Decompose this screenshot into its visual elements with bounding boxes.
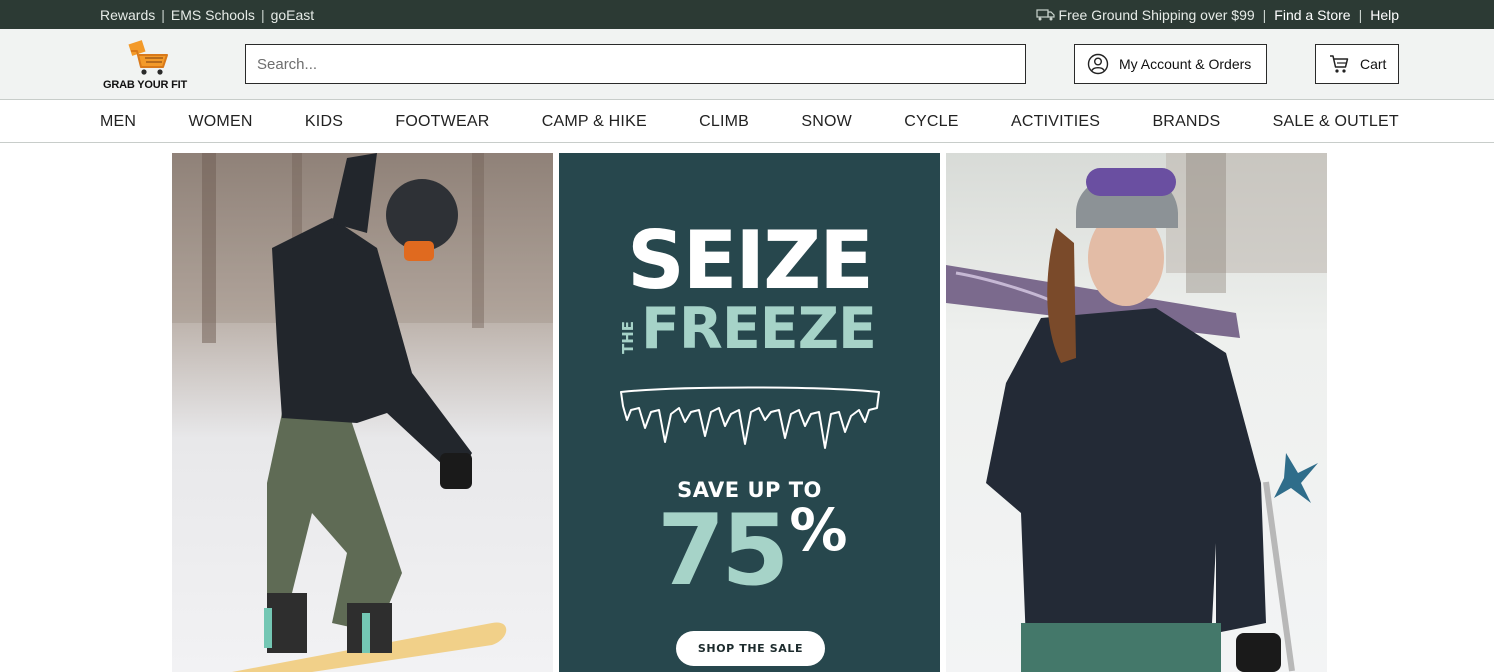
logo-text: GRAB YOUR FIT [103,79,187,91]
help-link[interactable]: Help [1370,7,1399,23]
ems-schools-link[interactable]: EMS Schools [171,7,255,23]
snowboarder-image[interactable] [172,153,553,672]
utility-links-left: Rewards | EMS Schools | goEast [100,7,314,23]
utility-links-right: Free Ground Shipping over $99 | Find a S… [1035,7,1399,23]
nav-item-women[interactable]: WOMEN [188,113,252,131]
main-nav: MEN WOMEN KIDS FOOTWEAR CAMP & HIKE CLIM… [0,100,1494,143]
goeast-link[interactable]: goEast [271,7,315,23]
shipping-text: Free Ground Shipping over $99 [1058,7,1255,23]
nav-item-men[interactable]: MEN [100,113,136,131]
skier-illustration [946,153,1327,672]
utility-bar: Rewards | EMS Schools | goEast Free Grou… [0,0,1494,29]
cart-label: Cart [1360,56,1387,72]
site-logo[interactable]: GRAB YOUR FIT [103,39,198,94]
nav-item-brands[interactable]: BRANDS [1152,113,1220,131]
cart-icon [1330,55,1349,73]
separator: | [260,7,265,23]
skier-image[interactable] [946,153,1327,672]
nav-item-climb[interactable]: CLIMB [699,113,749,131]
shipping-promo: Free Ground Shipping over $99 [1035,7,1255,23]
hero-banner[interactable]: SEIZE THE FREEZE SAVE UP TO 75% SHOP THE… [172,153,1327,672]
headline-seize: SEIZE [627,214,874,307]
discount-percent: 75% [657,501,848,600]
find-store-link[interactable]: Find a Store [1274,7,1350,23]
user-circle-icon [1087,53,1109,75]
nav-item-sale-outlet[interactable]: SALE & OUTLET [1273,113,1399,131]
snowboarder-illustration [172,153,553,672]
shopping-cart-icon [128,40,168,75]
nav-item-camp-hike[interactable]: CAMP & HIKE [542,113,647,131]
site-header: GRAB YOUR FIT My Account & Orders Cart [0,29,1494,100]
account-label: My Account & Orders [1119,56,1252,72]
nav-item-cycle[interactable]: CYCLE [904,113,958,131]
nav-item-activities[interactable]: ACTIVITIES [1011,113,1100,131]
account-orders-button[interactable]: My Account & Orders [1074,44,1267,84]
separator: | [161,7,165,23]
headline-the: THE [619,320,637,354]
promo-panel: SEIZE THE FREEZE SAVE UP TO 75% SHOP THE… [559,153,940,672]
rewards-link[interactable]: Rewards [100,7,155,23]
icicle-graphic [620,386,880,449]
nav-item-kids[interactable]: KIDS [305,113,343,131]
headline-freeze: FREEZE [641,296,877,362]
cart-button[interactable]: Cart [1315,44,1399,84]
discount-value: 75 [657,494,789,608]
truck-icon [1035,9,1055,21]
percent-sign: % [789,496,848,564]
nav-item-footwear[interactable]: FOOTWEAR [395,113,489,131]
shop-the-sale-button[interactable]: SHOP THE SALE [676,631,825,666]
separator: | [1262,7,1267,23]
nav-item-snow[interactable]: SNOW [801,113,852,131]
separator: | [1358,7,1363,23]
search-input[interactable] [245,44,1026,84]
